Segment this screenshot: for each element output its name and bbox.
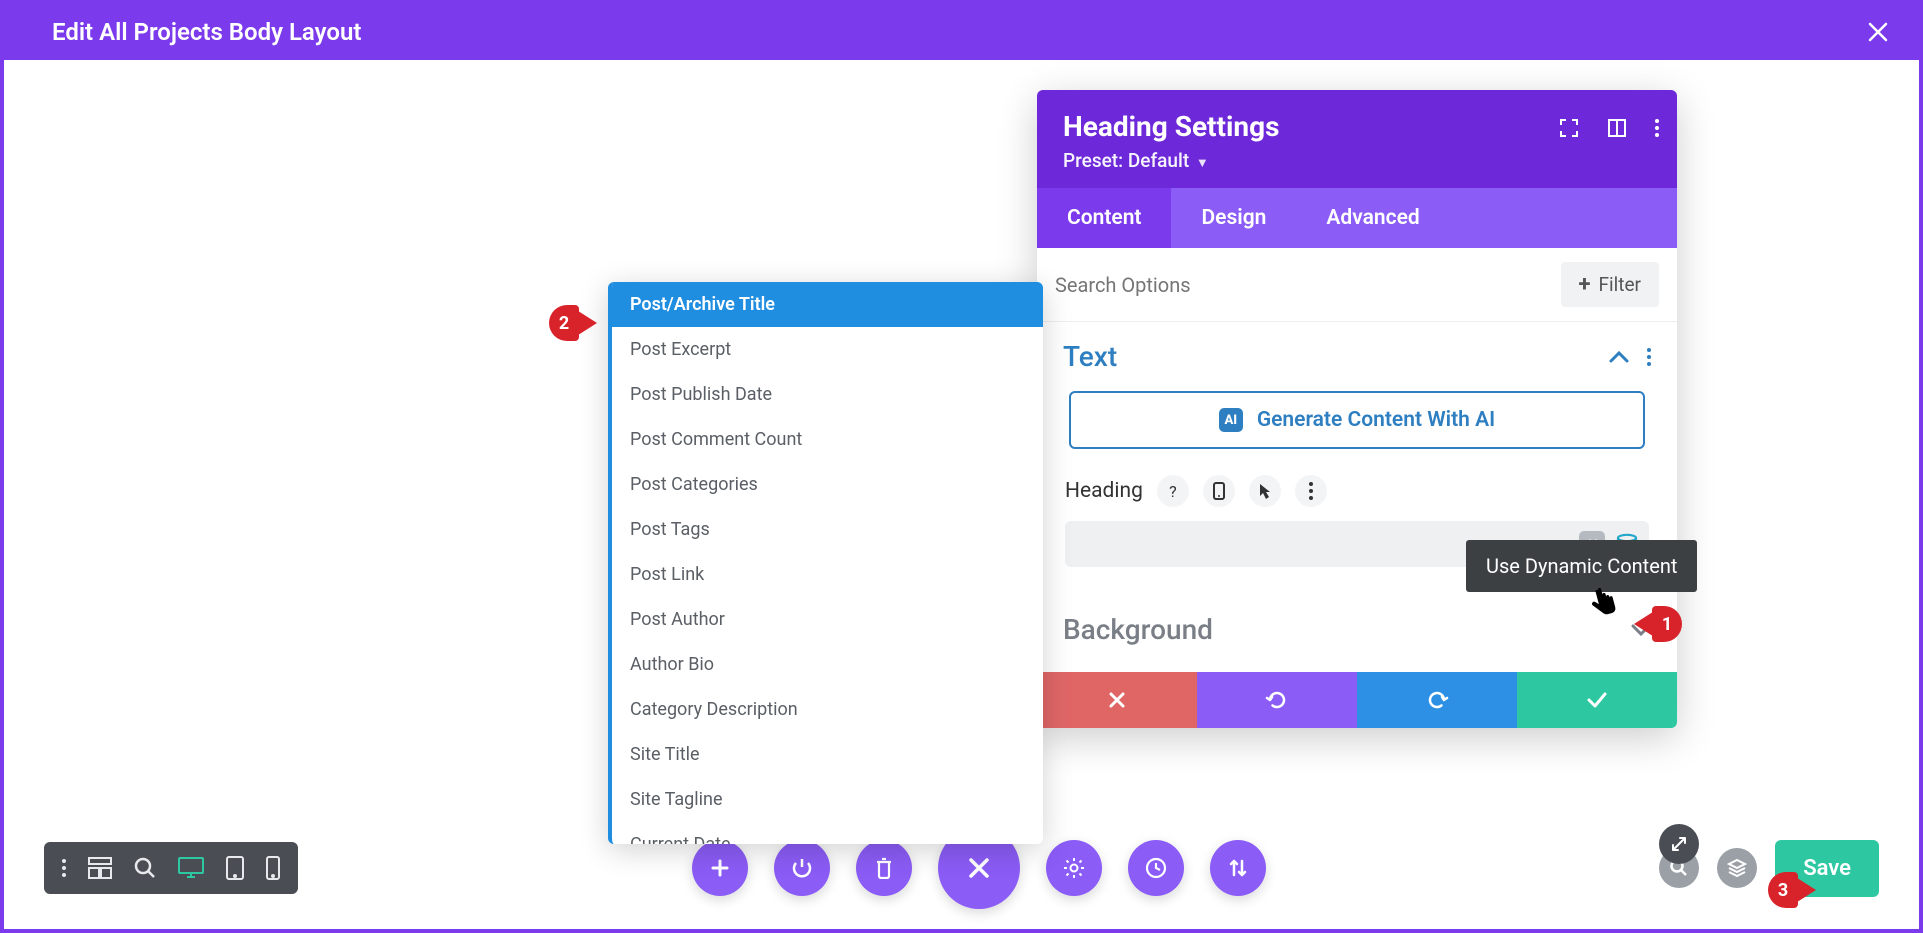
list-item[interactable]: Post Comment Count bbox=[612, 417, 1043, 462]
delete-button[interactable] bbox=[856, 840, 912, 896]
tablet-view-icon[interactable] bbox=[226, 856, 244, 880]
callout-1: 1 bbox=[1634, 606, 1682, 642]
layers-button[interactable] bbox=[1717, 848, 1757, 888]
callout-number: 1 bbox=[1652, 606, 1682, 642]
list-item[interactable]: Post/Archive Title bbox=[612, 282, 1043, 327]
search-input[interactable] bbox=[1055, 273, 1549, 297]
generate-ai-label: Generate Content With AI bbox=[1257, 408, 1495, 432]
dynamic-content-list: Post/Archive Title Post Excerpt Post Pub… bbox=[608, 282, 1043, 844]
list-item[interactable]: Post Link bbox=[612, 552, 1043, 597]
list-item[interactable]: Post Excerpt bbox=[612, 327, 1043, 372]
filter-button[interactable]: + Filter bbox=[1561, 262, 1659, 307]
list-item[interactable]: Post Categories bbox=[612, 462, 1043, 507]
tooltip-dynamic-content: Use Dynamic Content bbox=[1466, 540, 1697, 592]
heading-label: Heading bbox=[1065, 479, 1143, 503]
fullscreen-icon[interactable] bbox=[1559, 118, 1579, 138]
list-item[interactable]: Site Tagline bbox=[612, 777, 1043, 822]
more-icon[interactable] bbox=[1655, 119, 1659, 137]
section-more-icon[interactable] bbox=[1647, 348, 1651, 366]
redo-button[interactable] bbox=[1357, 672, 1517, 728]
columns-icon[interactable] bbox=[1607, 118, 1627, 138]
preset-label: Preset: bbox=[1063, 149, 1123, 172]
confirm-button[interactable] bbox=[1517, 672, 1677, 728]
generate-ai-button[interactable]: AI Generate Content With AI bbox=[1069, 391, 1645, 449]
callout-2: 2 bbox=[549, 305, 597, 341]
background-section-title: Background bbox=[1063, 613, 1213, 646]
preset-selector[interactable]: Preset: Default ▼ bbox=[1063, 149, 1651, 172]
settings-panel: Heading Settings Preset: Default ▼ bbox=[1037, 90, 1677, 728]
view-toolbar bbox=[44, 842, 298, 894]
ai-badge-icon: AI bbox=[1219, 408, 1243, 432]
toolbar-more-icon[interactable] bbox=[62, 859, 66, 877]
list-item[interactable]: Post Author bbox=[612, 597, 1043, 642]
hover-icon[interactable] bbox=[1249, 475, 1281, 507]
cancel-button[interactable] bbox=[1037, 672, 1197, 728]
mobile-icon[interactable] bbox=[1203, 475, 1235, 507]
list-item[interactable]: Category Description bbox=[612, 687, 1043, 732]
list-item[interactable]: Author Bio bbox=[612, 642, 1043, 687]
phone-view-icon[interactable] bbox=[266, 856, 280, 880]
caret-down-icon: ▼ bbox=[1196, 156, 1209, 171]
undo-button[interactable] bbox=[1197, 672, 1357, 728]
settings-button[interactable] bbox=[1046, 840, 1102, 896]
zoom-icon[interactable] bbox=[134, 857, 156, 879]
tab-design[interactable]: Design bbox=[1171, 188, 1296, 248]
list-item[interactable]: Post Tags bbox=[612, 507, 1043, 552]
page-title: Edit All Projects Body Layout bbox=[52, 18, 361, 46]
close-icon[interactable] bbox=[1867, 21, 1889, 43]
desktop-view-icon[interactable] bbox=[178, 857, 204, 879]
chevron-up-icon[interactable] bbox=[1609, 350, 1629, 364]
tab-advanced[interactable]: Advanced bbox=[1296, 188, 1449, 248]
power-button[interactable] bbox=[774, 840, 830, 896]
preset-value: Default bbox=[1128, 149, 1189, 172]
filter-label: Filter bbox=[1599, 273, 1641, 296]
list-item[interactable]: Post Publish Date bbox=[612, 372, 1043, 417]
resize-handle-icon[interactable] bbox=[1659, 824, 1699, 864]
callout-3: 3 bbox=[1768, 872, 1816, 908]
text-section-title: Text bbox=[1063, 340, 1117, 373]
history-button[interactable] bbox=[1128, 840, 1184, 896]
add-button[interactable] bbox=[692, 840, 748, 896]
tab-content[interactable]: Content bbox=[1037, 188, 1171, 248]
list-item[interactable]: Site Title bbox=[612, 732, 1043, 777]
wireframe-icon[interactable] bbox=[88, 857, 112, 879]
heading-more-icon[interactable] bbox=[1295, 475, 1327, 507]
list-item[interactable]: Current Date bbox=[612, 822, 1043, 844]
help-icon[interactable]: ? bbox=[1157, 475, 1189, 507]
sort-button[interactable] bbox=[1210, 840, 1266, 896]
